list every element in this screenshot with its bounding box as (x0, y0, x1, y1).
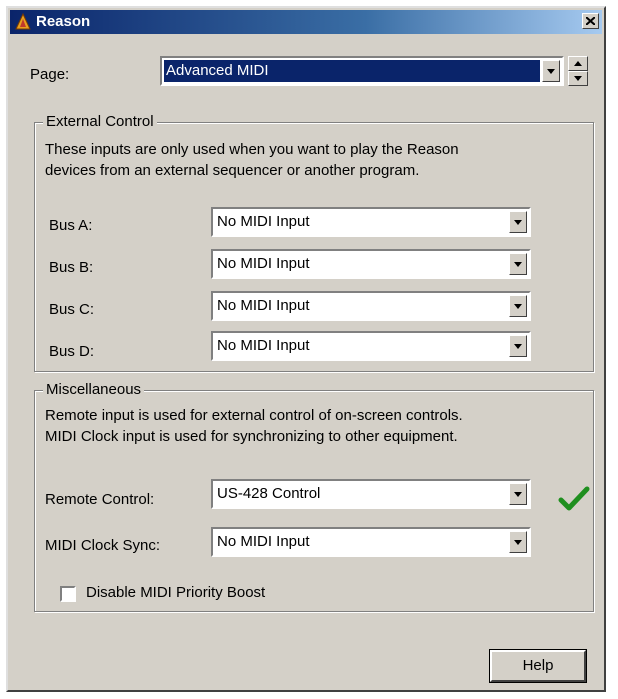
miscellaneous-description-line2: MIDI Clock input is used for synchronizi… (45, 428, 458, 445)
bus-b-label: Bus B: (49, 259, 94, 276)
remote-control-value: US-428 Control (217, 485, 321, 502)
bus-b-value: No MIDI Input (217, 255, 310, 272)
page-spinner[interactable] (568, 56, 588, 86)
spin-down-button[interactable] (568, 71, 588, 86)
bus-a-value: No MIDI Input (217, 213, 310, 230)
chevron-down-icon[interactable] (509, 335, 527, 357)
reason-app-icon (15, 13, 31, 30)
chevron-down-icon[interactable] (509, 295, 527, 317)
page-select-value: Advanced MIDI (164, 60, 540, 82)
miscellaneous-group: Miscellaneous Remote input is used for e… (34, 381, 594, 612)
bus-d-label: Bus D: (49, 343, 95, 360)
external-control-description-line2: devices from an external sequencer or an… (45, 162, 420, 179)
bus-a-select[interactable]: No MIDI Input (211, 207, 531, 237)
disable-midi-priority-boost-checkbox[interactable] (60, 586, 76, 602)
midi-clock-sync-select[interactable]: No MIDI Input (211, 527, 531, 557)
external-control-description: These inputs are only used when you want… (45, 139, 459, 181)
remote-control-label: Remote Control: (45, 491, 155, 508)
arrow-down-icon (574, 76, 582, 81)
spin-up-button[interactable] (568, 56, 588, 71)
miscellaneous-description-line1: Remote input is used for external contro… (45, 407, 463, 424)
bus-c-select[interactable]: No MIDI Input (211, 291, 531, 321)
title-bar[interactable]: Reason (10, 10, 602, 34)
bus-c-value: No MIDI Input (217, 297, 310, 314)
bus-d-select[interactable]: No MIDI Input (211, 331, 531, 361)
miscellaneous-description: Remote input is used for external contro… (45, 405, 463, 447)
bus-b-select[interactable]: No MIDI Input (211, 249, 531, 279)
bus-a-label: Bus A: (49, 217, 93, 234)
reason-preferences-dialog: Reason Page: Advanced MIDI External Cont… (6, 6, 606, 692)
chevron-down-icon[interactable] (509, 483, 527, 505)
arrow-up-icon (574, 61, 582, 66)
checkmark-icon (558, 486, 590, 511)
remote-control-select[interactable]: US-428 Control (211, 479, 531, 509)
midi-clock-sync-value: No MIDI Input (217, 533, 310, 550)
external-control-group: External Control These inputs are only u… (34, 113, 594, 372)
external-control-description-line1: These inputs are only used when you want… (45, 141, 459, 158)
chevron-down-icon[interactable] (509, 531, 527, 553)
chevron-down-icon[interactable] (509, 253, 527, 275)
window-title: Reason (36, 13, 91, 30)
close-button[interactable] (582, 13, 599, 29)
external-control-title: External Control (43, 113, 157, 130)
disable-midi-priority-boost-label[interactable]: Disable MIDI Priority Boost (86, 584, 265, 601)
close-icon (586, 17, 595, 25)
miscellaneous-title: Miscellaneous (43, 381, 145, 398)
page-select[interactable]: Advanced MIDI (160, 56, 564, 86)
midi-clock-sync-label: MIDI Clock Sync: (45, 537, 161, 554)
bus-c-label: Bus C: (49, 301, 95, 318)
page-label: Page: (30, 66, 70, 83)
bus-d-value: No MIDI Input (217, 337, 310, 354)
chevron-down-icon[interactable] (509, 211, 527, 233)
help-button[interactable]: Help (489, 649, 587, 683)
chevron-down-icon[interactable] (542, 60, 560, 82)
